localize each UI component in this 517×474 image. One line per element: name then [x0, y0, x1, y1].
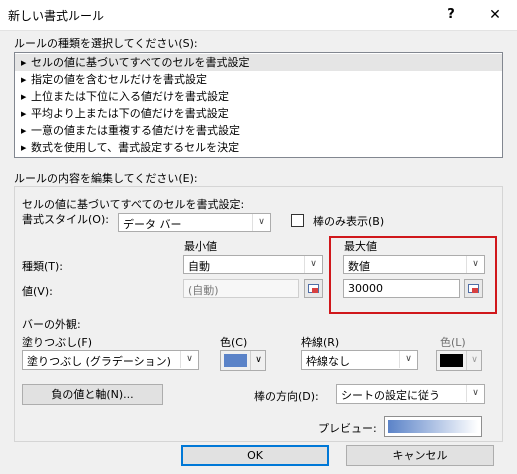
border-color-label: 色(L)	[440, 336, 466, 349]
preview-box	[384, 416, 482, 437]
bar-only-checkbox[interactable]	[291, 214, 304, 227]
chevron-down-icon: ∨	[304, 256, 322, 273]
bar-direction-select[interactable]: シートの設定に従う ∨	[336, 384, 485, 404]
arrow-icon: ▶	[21, 93, 27, 101]
rule-type-item[interactable]: ▶ 上位または下位に入る値だけを書式設定	[15, 88, 502, 105]
fill-color-swatch	[224, 354, 247, 367]
format-style-label: 書式スタイル(O):	[22, 213, 109, 226]
chevron-down-icon: ∨	[180, 351, 198, 368]
max-highlight-frame	[329, 236, 497, 314]
border-color-swatch	[440, 354, 463, 367]
value-label: 値(V):	[22, 285, 53, 298]
preview-bar	[388, 420, 478, 433]
fill-label: 塗りつぶし(F)	[22, 336, 93, 349]
chevron-down-icon: ∨	[250, 351, 266, 370]
rule-type-item[interactable]: ▶ 指定の値を含むセルだけを書式設定	[15, 71, 502, 88]
rule-type-item[interactable]: ▶ 平均より上または下の値だけを書式設定	[15, 105, 502, 122]
chevron-down-icon: ∨	[252, 214, 270, 231]
fill-select[interactable]: 塗りつぶし (グラデーション) ∨	[22, 350, 199, 370]
fill-color-label: 色(C)	[220, 336, 248, 349]
rule-type-item[interactable]: ▶ セルの値に基づいてすべてのセルを書式設定	[15, 54, 502, 71]
format-style-select[interactable]: データ バー ∨	[118, 213, 271, 232]
help-button[interactable]: ?	[440, 4, 462, 26]
chevron-down-icon: ∨	[399, 351, 417, 368]
border-color-picker[interactable]: ∨	[436, 350, 482, 371]
bar-direction-label: 棒の方向(D):	[254, 390, 319, 403]
rule-type-label: ルールの種類を選択してください(S):	[14, 37, 198, 50]
arrow-icon: ▶	[21, 59, 27, 67]
border-select[interactable]: 枠線なし ∨	[301, 350, 418, 370]
preview-label: プレビュー:	[318, 422, 377, 435]
bar-appearance-label: バーの外観:	[22, 318, 81, 331]
fill-color-picker[interactable]: ∨	[220, 350, 266, 371]
close-button[interactable]: ✕	[484, 4, 506, 26]
arrow-icon: ▶	[21, 110, 27, 118]
type-label: 種類(T):	[22, 260, 64, 273]
chevron-down-icon: ∨	[466, 351, 482, 370]
arrow-icon: ▶	[21, 144, 27, 152]
rule-type-item[interactable]: ▶ 一意の値または重複する値だけを書式設定	[15, 122, 502, 139]
negative-values-button[interactable]: 負の値と軸(N)...	[22, 384, 163, 405]
window-title: 新しい書式ルール	[8, 9, 105, 23]
cancel-button[interactable]: キャンセル	[346, 445, 494, 466]
min-value-input[interactable]: (自動)	[183, 279, 299, 298]
edit-rule-label: ルールの内容を編集してください(E):	[14, 172, 198, 185]
min-range-select-icon[interactable]	[304, 279, 323, 298]
min-header: 最小値	[184, 240, 217, 253]
arrow-icon: ▶	[21, 76, 27, 84]
rule-type-list[interactable]: ▶ セルの値に基づいてすべてのセルを書式設定 ▶ 指定の値を含むセルだけを書式設定 …	[14, 52, 503, 158]
chevron-down-icon: ∨	[466, 385, 484, 402]
ok-button[interactable]: OK	[181, 445, 329, 466]
format-all-cells-label: セルの値に基づいてすべてのセルを書式設定:	[22, 198, 245, 211]
min-type-select[interactable]: 自動 ∨	[183, 255, 323, 274]
bar-only-label: 棒のみ表示(B)	[313, 215, 385, 228]
arrow-icon: ▶	[21, 127, 27, 135]
border-label: 枠線(R)	[301, 336, 340, 349]
rule-type-item[interactable]: ▶ 数式を使用して、書式設定するセルを決定	[15, 139, 502, 156]
